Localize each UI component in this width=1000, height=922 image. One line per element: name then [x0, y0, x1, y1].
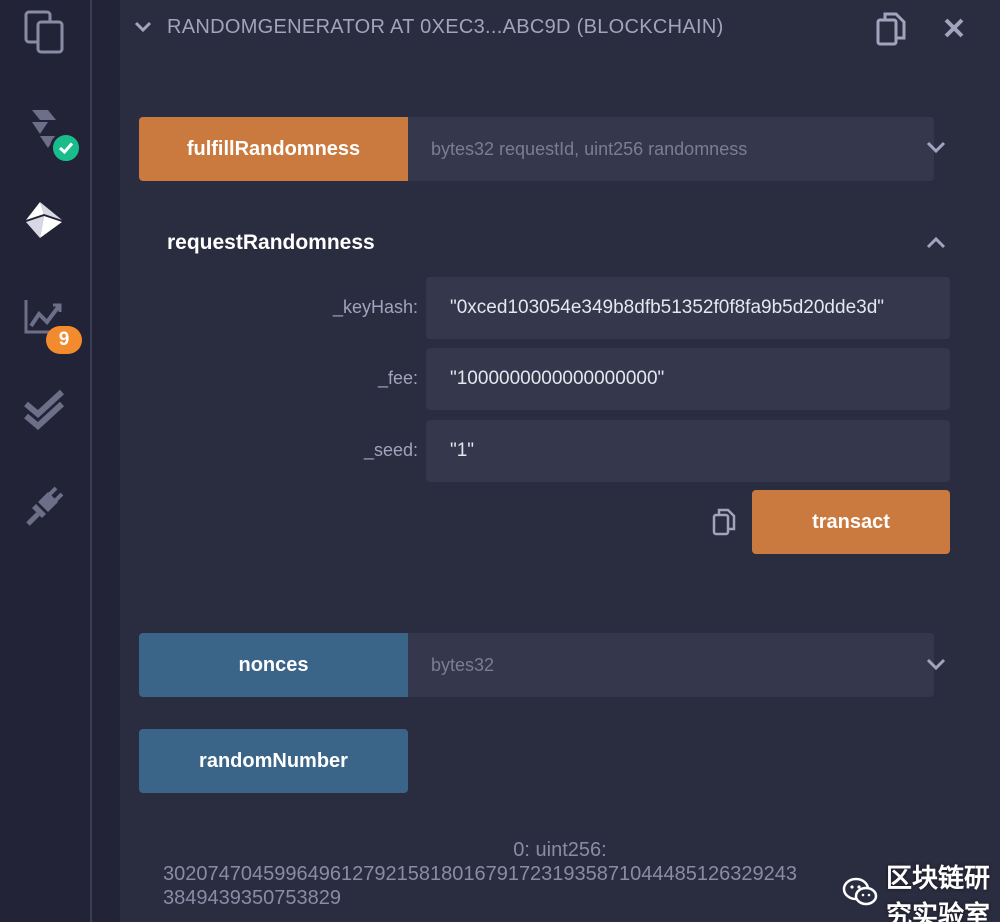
contract-header[interactable]: RANDOMGENERATOR AT 0XEC3...ABC9D (BLOCKC… [120, 0, 1000, 58]
nonces-button[interactable]: nonces [139, 633, 408, 697]
wechat-logo-icon [842, 877, 878, 914]
seed-input[interactable]: "1" [426, 420, 950, 482]
contract-panel: RANDOMGENERATOR AT 0XEC3...ABC9D (BLOCKC… [120, 0, 1000, 922]
chevron-down-icon[interactable] [926, 140, 946, 159]
analysis-count-badge: 9 [46, 326, 82, 354]
request-randomness-title: requestRandomness [167, 231, 375, 254]
seed-label: _seed: [363, 440, 418, 460]
transact-button[interactable]: transact [752, 490, 950, 554]
nonces-input[interactable]: bytes32 [408, 633, 934, 697]
fee-label: _fee: [377, 368, 418, 388]
contract-title: RANDOMGENERATOR AT 0XEC3...ABC9D (BLOCKC… [167, 16, 724, 38]
icon-sidebar: 9 [0, 0, 90, 922]
keyhash-input[interactable]: "0xced103054e349b8dfb51352f0f8fa9b5d20dd… [426, 277, 950, 339]
check-badge-icon [50, 132, 82, 164]
chevron-down-icon[interactable] [926, 657, 946, 676]
files-icon[interactable] [20, 8, 68, 56]
panel-gutter [92, 0, 120, 922]
copy-address-icon[interactable] [876, 12, 906, 51]
deploy-run-icon[interactable] [20, 196, 68, 244]
close-icon[interactable] [942, 16, 966, 45]
fulfill-randomness-row: fulfillRandomness bytes32 requestId, uin… [139, 117, 935, 181]
keyhash-label: _keyHash: [332, 297, 418, 317]
watermark: 区块链研究实验室 [842, 858, 1000, 922]
plugin-icon[interactable] [20, 482, 68, 530]
fulfill-randomness-button[interactable]: fulfillRandomness [139, 117, 408, 181]
fulfill-randomness-input[interactable]: bytes32 requestId, uint256 randomness [408, 117, 934, 181]
chevron-down-icon[interactable] [134, 20, 152, 39]
copy-calldata-icon[interactable] [712, 508, 736, 541]
chevron-up-icon[interactable] [926, 236, 946, 255]
watermark-text: 区块链研究实验室 [886, 863, 991, 922]
random-number-button[interactable]: randomNumber [139, 729, 408, 793]
tests-icon[interactable] [20, 386, 68, 434]
fee-input[interactable]: "1000000000000000000" [426, 348, 950, 410]
nonces-row: nonces bytes32 [139, 633, 935, 697]
